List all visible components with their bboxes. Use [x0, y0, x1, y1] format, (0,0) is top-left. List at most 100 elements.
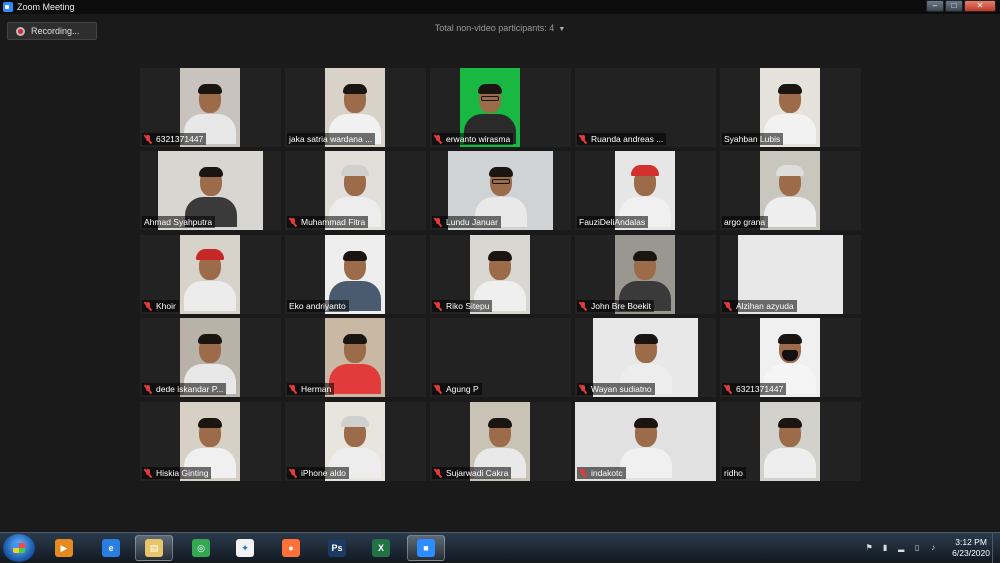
window-titlebar: Zoom Meeting – □ ✕	[0, 0, 1000, 14]
muted-microphone-icon	[144, 468, 152, 478]
participant-name: argo grana	[724, 217, 766, 227]
participant-tile[interactable]: ridho	[720, 402, 861, 481]
taskbar-firefox-button[interactable]: ●	[272, 535, 310, 561]
file-explorer-icon: ▤	[145, 539, 163, 557]
participant-name: Alzihan azyuda	[736, 301, 794, 311]
muted-microphone-icon	[434, 384, 442, 394]
participant-tile[interactable]: 6321371447	[140, 68, 281, 147]
participant-name-label: John Bre Boekit	[577, 300, 655, 312]
participant-tile[interactable]: Alzihan azyuda	[720, 235, 861, 314]
excel-icon: X	[372, 539, 390, 557]
participant-tile[interactable]: Eko andriyanto	[285, 235, 426, 314]
participant-name: Herman	[301, 384, 332, 394]
muted-microphone-icon	[724, 384, 732, 394]
participant-tile[interactable]: indakotc	[575, 402, 716, 481]
participant-name: Agung P	[446, 384, 479, 394]
participant-name: Muhammad Fitra	[301, 217, 366, 227]
participant-tile[interactable]: dede iskandar P...	[140, 318, 281, 397]
participant-name: Syahban Lubis	[724, 134, 781, 144]
participant-name-label: 6321371447	[722, 383, 787, 395]
flag-icon[interactable]: ⚑	[864, 543, 874, 553]
participant-name: Hiskia Ginting	[156, 468, 209, 478]
muted-microphone-icon	[144, 384, 152, 394]
network-icon[interactable]: ▮	[880, 543, 890, 553]
muted-microphone-icon	[434, 217, 442, 227]
participant-name-label: Syahban Lubis	[722, 133, 784, 145]
participant-name-label: Alzihan azyuda	[722, 300, 797, 312]
participant-tile[interactable]: Lundu Januar	[430, 151, 571, 230]
muted-microphone-icon	[289, 217, 297, 227]
battery-icon[interactable]: ▯	[912, 543, 922, 553]
participant-tile[interactable]: Ruanda andreas ...	[575, 68, 716, 147]
participant-video	[760, 402, 820, 481]
participant-name-label: 6321371447	[142, 133, 207, 145]
participant-figure	[329, 334, 381, 394]
muted-microphone-icon	[724, 301, 732, 311]
taskbar-photoshop-button[interactable]: Ps	[318, 535, 356, 561]
meeting-area: Recording... Total non-video participant…	[0, 14, 1000, 532]
participant-tile[interactable]: Herman	[285, 318, 426, 397]
participant-tile[interactable]: iPhone aldo	[285, 402, 426, 481]
participant-tile[interactable]: Hiskia Ginting	[140, 402, 281, 481]
taskbar-media-player-button[interactable]: ▶	[45, 535, 83, 561]
taskbar-excel-button[interactable]: X	[362, 535, 400, 561]
participant-tile[interactable]: Syahban Lubis	[720, 68, 861, 147]
close-button[interactable]: ✕	[964, 0, 996, 12]
participant-name-label: dede iskandar P...	[142, 383, 227, 395]
participant-name-label: argo grana	[722, 216, 769, 228]
participant-tile[interactable]: Wayan sudiatno	[575, 318, 716, 397]
participant-tile[interactable]: Riko Sitepu	[430, 235, 571, 314]
participant-name-label: erwanto wirasma	[432, 133, 514, 145]
volume-icon[interactable]: ♪	[928, 543, 938, 553]
participant-name-label: Riko Sitepu	[432, 300, 493, 312]
system-tray: ⚑ ▮ ▂ ▯ ♪ 3:12 PM 6/23/2020	[864, 533, 990, 563]
participant-name: Khoir	[156, 301, 176, 311]
participant-figure	[764, 165, 816, 227]
maximize-button[interactable]: □	[945, 0, 963, 12]
taskbar-app-blue-white-button[interactable]: ✦	[226, 535, 264, 561]
participant-tile[interactable]: erwanto wirasma	[430, 68, 571, 147]
minimize-button[interactable]: –	[926, 0, 944, 12]
clock-date: 6/23/2020	[952, 548, 990, 558]
participant-tile[interactable]: Agung P	[430, 318, 571, 397]
participant-name-label: Sujarwadi Cakra	[432, 467, 512, 479]
start-button[interactable]	[3, 534, 35, 562]
participant-name-label: Ahmad Syahputra	[142, 216, 216, 228]
window-controls: – □ ✕	[925, 0, 996, 13]
chevron-down-icon: ▼	[558, 26, 566, 33]
muted-microphone-icon	[579, 384, 587, 394]
participant-tile[interactable]: 6321371447	[720, 318, 861, 397]
participant-tile[interactable]: FauziDeliAndalas	[575, 151, 716, 230]
signal-icon[interactable]: ▂	[896, 543, 906, 553]
participant-name-label: Ruanda andreas ...	[577, 133, 667, 145]
participant-name-label: Muhammad Fitra	[287, 216, 369, 228]
participant-tile[interactable]: Muhammad Fitra	[285, 151, 426, 230]
muted-microphone-icon	[579, 468, 587, 478]
participant-name: jaka satria wardana ...	[289, 134, 373, 144]
participant-name-label: Eko andriyanto	[287, 300, 349, 312]
media-player-icon: ▶	[55, 539, 73, 557]
taskbar-chrome-button[interactable]: ◎	[182, 535, 220, 561]
participant-tile[interactable]: argo grana	[720, 151, 861, 230]
firefox-icon: ●	[282, 539, 300, 557]
participant-tile[interactable]: jaka satria wardana ...	[285, 68, 426, 147]
participant-name-label: Agung P	[432, 383, 482, 395]
nonvideo-label: Total non-video participants: 4	[434, 23, 555, 33]
participant-tile[interactable]: Ahmad Syahputra	[140, 151, 281, 230]
zoom-icon: ■	[417, 539, 435, 557]
participant-tile[interactable]: Khoir	[140, 235, 281, 314]
nonvideo-participants[interactable]: Total non-video participants: 4 ▼	[0, 23, 1000, 33]
clock[interactable]: 3:12 PM 6/23/2020	[952, 537, 990, 559]
photoshop-icon: Ps	[328, 539, 346, 557]
taskbar-internet-explorer-button[interactable]: e	[92, 535, 130, 561]
participant-name: Sujarwadi Cakra	[446, 468, 509, 478]
participant-tile[interactable]: John Bre Boekit	[575, 235, 716, 314]
participant-tile[interactable]: Sujarwadi Cakra	[430, 402, 571, 481]
taskbar-zoom-button[interactable]: ■	[407, 535, 445, 561]
taskbar-file-explorer-button[interactable]: ▤	[135, 535, 173, 561]
participant-name: FauziDeliAndalas	[579, 217, 646, 227]
muted-microphone-icon	[434, 134, 442, 144]
participant-name-label: indakotc	[577, 467, 626, 479]
show-desktop-button[interactable]	[992, 533, 1000, 563]
participant-name-label: Lundu Januar	[432, 216, 501, 228]
